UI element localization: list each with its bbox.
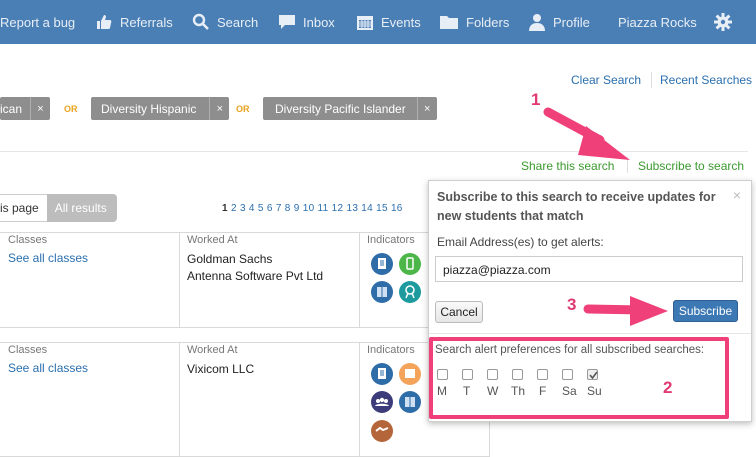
annotation-arrows xyxy=(543,107,668,326)
annotation-number: 1 xyxy=(531,90,541,109)
arrow-to-subscribe-button-head xyxy=(630,296,668,326)
arrow-to-subscribe-link-head xyxy=(578,126,630,160)
annotation-number: 2 xyxy=(663,378,673,397)
annotation-number: 3 xyxy=(567,295,577,314)
